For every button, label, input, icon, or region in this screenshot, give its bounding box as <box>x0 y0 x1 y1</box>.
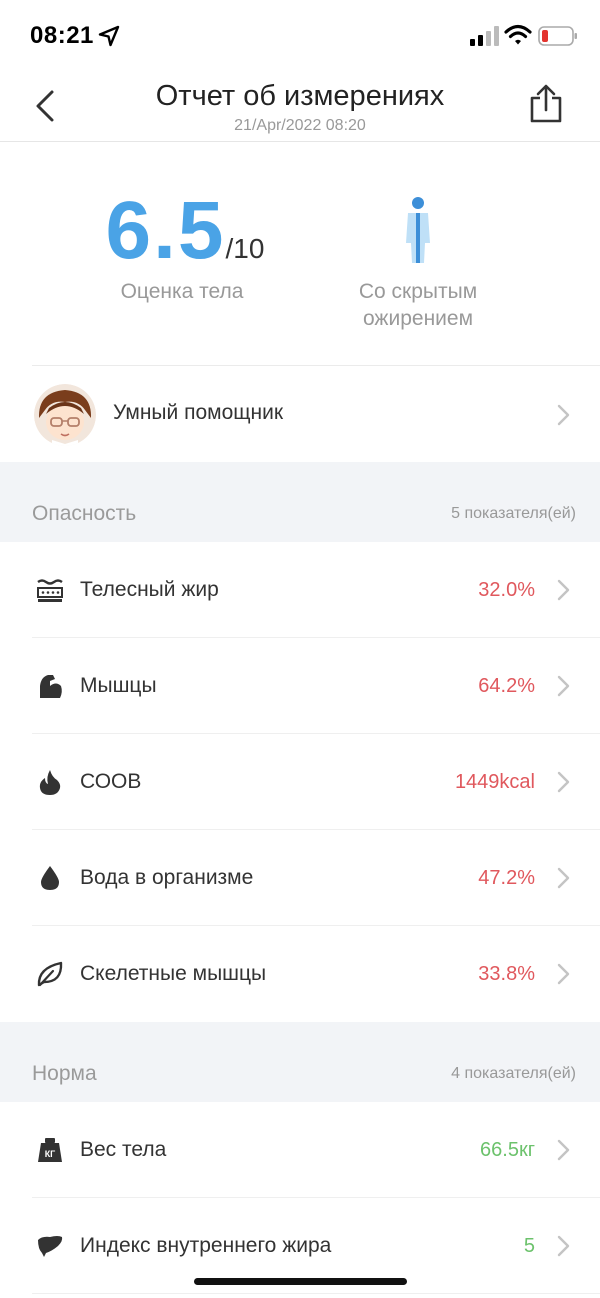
report-date: 21/Apr/2022 08:20 <box>234 117 366 134</box>
section-header-normal: Норма 4 показателя(ей) <box>0 1022 600 1102</box>
status-time: 08:21 <box>30 22 94 49</box>
metric-row-body-water[interactable]: Вода в организме 47.2% <box>0 830 600 926</box>
body-score: 6.5/10 <box>100 190 270 272</box>
wifi-icon <box>504 24 532 45</box>
battery-icon <box>538 26 577 46</box>
chevron-right-icon <box>557 404 570 426</box>
metric-label: Вес тела <box>80 1138 167 1161</box>
muscle-icon <box>40 675 62 698</box>
smart-assistant-row[interactable]: Умный помощник <box>0 366 600 462</box>
metric-value: 64.2% <box>478 675 535 697</box>
metric-value: 47.2% <box>478 867 535 889</box>
water-drop-icon <box>41 866 59 890</box>
liver-icon <box>38 1236 63 1257</box>
chevron-right-icon <box>557 675 570 697</box>
body-score-label: Оценка тела <box>120 280 244 303</box>
chevron-right-icon <box>557 771 570 793</box>
section-title: Опасность <box>32 502 137 525</box>
metric-value: 1449kcal <box>454 771 535 793</box>
weight-icon-text: КГ <box>45 1149 56 1159</box>
home-indicator[interactable] <box>194 1278 407 1285</box>
metric-label: Мышцы <box>80 674 157 697</box>
navigation-bar: Отчет об измерениях 21/Apr/2022 08:20 <box>0 72 600 142</box>
metric-row-muscle[interactable]: Мышцы 64.2% <box>0 638 600 734</box>
body-type-label: Со скрытым ожирением <box>330 278 506 332</box>
metric-value: 5 <box>523 1235 535 1257</box>
cellular-signal-icon <box>470 26 499 46</box>
metric-label: Скелетные мышцы <box>80 962 267 985</box>
metric-value: 66.5кг <box>480 1139 535 1161</box>
body-score-max: /10 <box>225 233 265 264</box>
body-fat-icon <box>37 579 63 602</box>
page-title: Отчет об измерениях <box>155 80 445 112</box>
body-type-label-line1: Со скрытым <box>358 280 478 303</box>
metric-row-bmr[interactable]: СООВ 1449kcal <box>0 734 600 830</box>
chevron-right-icon <box>557 867 570 889</box>
section-count: 4 показателя(ей) <box>451 1065 576 1082</box>
metric-row-body-fat[interactable]: Телесный жир 32.0% <box>0 542 600 638</box>
body-score-value: 6.5 <box>105 185 226 276</box>
metric-label: Телесный жир <box>80 578 219 601</box>
section-header-danger: Опасность 5 показателя(ей) <box>0 462 600 542</box>
assistant-avatar <box>34 384 96 446</box>
row-divider <box>32 1293 600 1294</box>
metric-value: 32.0% <box>478 579 535 601</box>
chevron-right-icon <box>557 579 570 601</box>
chevron-right-icon <box>557 1235 570 1257</box>
metric-value: 33.8% <box>478 963 535 985</box>
chevron-right-icon <box>557 1139 570 1161</box>
metric-label: Вода в организме <box>80 866 254 889</box>
section-title: Норма <box>32 1062 97 1085</box>
body-figure-icon <box>406 197 430 263</box>
status-bar: 08:21 <box>0 0 600 72</box>
weight-icon: КГ <box>38 1138 62 1162</box>
metric-row-skeletal-muscle[interactable]: Скелетные мышцы 33.8% <box>0 926 600 1022</box>
location-arrow-icon <box>98 25 120 47</box>
assistant-label: Умный помощник <box>113 401 284 424</box>
share-icon[interactable] <box>528 84 564 124</box>
metric-row-weight[interactable]: КГ Вес тела 66.5кг <box>0 1102 600 1198</box>
metric-label: СООВ <box>80 770 142 793</box>
chevron-right-icon <box>557 963 570 985</box>
body-type-label-line2: ожирением <box>362 307 474 330</box>
leaf-icon <box>37 961 63 987</box>
section-count: 5 показателя(ей) <box>451 505 576 522</box>
flame-icon <box>39 770 61 795</box>
metric-label: Индекс внутреннего жира <box>80 1234 332 1257</box>
